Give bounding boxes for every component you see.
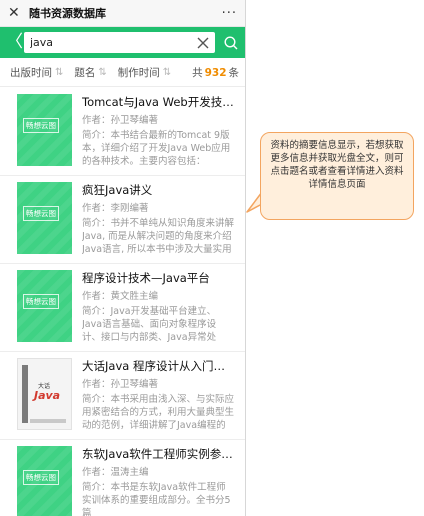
total-count: 932 <box>204 66 227 79</box>
cover-label: 畅想云图 <box>23 470 59 485</box>
book-title[interactable]: 大话Java 程序设计从入门到精通 <box>82 359 234 374</box>
clear-icon[interactable] <box>195 35 211 51</box>
book-intro: 简介：本书结合最新的Tomcat 9版本，详细介绍了开发Java Web应用的各… <box>82 130 231 167</box>
book-title[interactable]: 程序设计技术—Java平台 <box>82 271 234 286</box>
book-title[interactable]: 疯狂Java讲义 <box>82 183 234 198</box>
sort-label: 制作时间 <box>117 66 160 79</box>
more-icon[interactable]: ··· <box>222 6 237 21</box>
total-prefix: 共 <box>192 66 203 79</box>
title-bar: ✕ 随书资源数据库 ··· <box>0 0 245 27</box>
list-item[interactable]: 畅想云图 Tomcat与Java Web开发技术详解 作者：孙卫琴编著 简介：本… <box>0 88 245 176</box>
cover-label: 畅想云图 <box>23 118 59 133</box>
book-list: 畅想云图 Tomcat与Java Web开发技术详解 作者：孙卫琴编著 简介：本… <box>0 88 245 516</box>
search-box <box>24 32 215 53</box>
book-info: 疯狂Java讲义 作者：李刚编著 简介：书并不单纯从知识角度来讲解Java, 而… <box>82 182 234 263</box>
book-cover[interactable]: 畅想云图 <box>17 94 72 166</box>
book-author: 作者：温涛主编 <box>82 467 149 478</box>
sort-icon: ⇅ <box>55 66 64 78</box>
book-info: 大话Java 程序设计从入门到精通 作者：孙卫琴编著 简介：本书采用由浅入深、与… <box>82 358 234 439</box>
book-cover[interactable]: 畅想云图 <box>17 270 72 342</box>
cover-text-big: Java <box>34 389 61 402</box>
search-icon[interactable] <box>223 35 239 51</box>
sort-label: 出版时间 <box>10 66 52 79</box>
book-info: 东软Java软件工程师实例参考书 作者：温涛主编 简介：本书是东软Java软件工… <box>82 446 234 516</box>
sort-by-publish-date[interactable]: 出版时间 ⇅ <box>10 65 63 80</box>
book-cover[interactable]: 畅想云图 <box>17 446 72 516</box>
book-cover[interactable]: 畅想云图 <box>17 182 72 254</box>
cover-label: 畅想云图 <box>23 206 59 221</box>
book-author: 作者：李刚编著 <box>82 203 149 214</box>
book-title[interactable]: 东软Java软件工程师实例参考书 <box>82 447 234 462</box>
book-author: 作者：黄文胜主编 <box>82 291 159 302</box>
list-item[interactable]: 畅想云图 程序设计技术—Java平台 作者：黄文胜主编 简介：Java开发基础平… <box>0 264 245 352</box>
phone-screen: ✕ 随书资源数据库 ··· 〈 出版时间 ⇅ 题名 ⇅ 制作时间 ⇅ 共932条 <box>0 0 246 516</box>
search-input[interactable] <box>30 36 195 49</box>
result-total: 共 932 条 <box>192 65 239 80</box>
sort-by-made-date[interactable]: 制作时间 ⇅ <box>118 65 171 80</box>
book-info: 程序设计技术—Java平台 作者：黄文胜主编 简介：Java开发基础平台建立、J… <box>82 270 234 351</box>
sort-icon: ⇅ <box>162 66 172 78</box>
close-icon[interactable]: ✕ <box>8 6 24 20</box>
back-icon[interactable]: 〈 <box>6 34 24 51</box>
book-intro: 简介：书并不单纯从知识角度来讲解Java, 而是从解决问题的角度来介绍Java语… <box>82 218 234 255</box>
book-intro: 简介：Java开发基础平台建立、Java语言基础、面向对象程序设计、接口与内部类… <box>82 306 217 343</box>
sort-label: 题名 <box>74 66 96 79</box>
book-intro: 简介：本书是东软Java软件工程师实训体系的重要组成部分。全书分5篇 <box>82 482 231 516</box>
total-suffix: 条 <box>228 66 240 79</box>
book-intro: 简介：本书采用由浅入深、与实际应用紧密结合的方式，利用大量典型生动的范例，详细讲… <box>82 394 234 431</box>
book-author: 作者：孙卫琴编著 <box>82 115 159 126</box>
search-bar: 〈 <box>0 27 245 58</box>
cover-decoration <box>22 365 28 423</box>
sort-bar: 出版时间 ⇅ 题名 ⇅ 制作时间 ⇅ 共 932 条 <box>0 58 245 87</box>
list-item[interactable]: 大话 Java 大话Java 程序设计从入门到精通 作者：孙卫琴编著 简介：本书… <box>0 352 245 440</box>
book-title[interactable]: Tomcat与Java Web开发技术详解 <box>82 95 234 110</box>
sort-by-title[interactable]: 题名 ⇅ <box>74 65 106 80</box>
book-info: Tomcat与Java Web开发技术详解 作者：孙卫琴编著 简介：本书结合最新… <box>82 94 234 175</box>
cover-label: 畅想云图 <box>23 294 59 309</box>
page-title: 随书资源数据库 <box>29 7 106 20</box>
list-item[interactable]: 畅想云图 疯狂Java讲义 作者：李刚编著 简介：书并不单纯从知识角度来讲解Ja… <box>0 176 245 264</box>
list-item[interactable]: 畅想云图 东软Java软件工程师实例参考书 作者：温涛主编 简介：本书是东软Ja… <box>0 440 245 516</box>
annotation-callout: 资料的摘要信息显示，若想获取更多信息并获取光盘全文，则可点击题名或者查看详情进入… <box>260 132 414 220</box>
book-cover[interactable]: 大话 Java <box>17 358 72 430</box>
cover-decoration <box>30 419 66 423</box>
book-author: 作者：孙卫琴编著 <box>82 379 159 390</box>
sort-icon: ⇅ <box>98 66 107 78</box>
